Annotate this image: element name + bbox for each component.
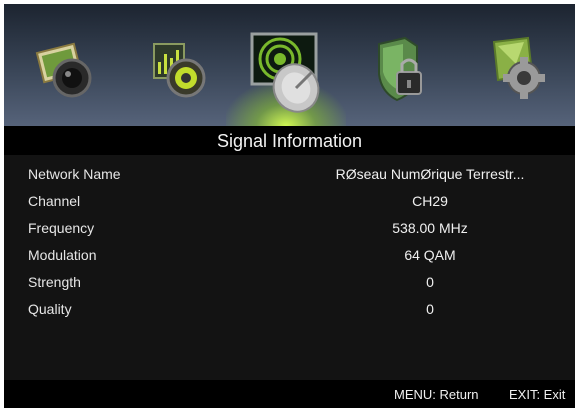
signal-info-panel: Network Name RØseau NumØrique Terrestr..… [4,155,575,380]
row-strength: Strength 0 [4,269,575,295]
menu-return-hint[interactable]: MENU: Return [394,382,479,408]
menu-item-lock[interactable] [359,4,459,126]
strength-value: 0 [426,274,434,290]
row-channel: Channel CH29 [4,188,575,214]
menu-item-setup[interactable] [472,4,572,126]
tv-screen: Signal Information Network Name RØseau N… [4,4,575,408]
settings-gear-icon [492,36,545,99]
quality-label: Quality [28,301,72,317]
row-network-name: Network Name RØseau NumØrique Terrestr..… [4,161,575,187]
channel-label: Channel [28,193,81,209]
row-modulation: Modulation 64 QAM [4,242,575,268]
frequency-value: 538.00 MHz [392,220,468,236]
frequency-label: Frequency [28,220,95,236]
network-name-label: Network Name [28,166,121,182]
picture-camera-icon [35,42,92,98]
satellite-dish-icon [250,32,320,113]
quality-value: 0 [426,301,434,317]
menu-item-channel[interactable] [240,4,340,126]
exit-hint[interactable]: EXIT: Exit [509,382,565,408]
menu-item-picture[interactable] [24,4,124,126]
modulation-value: 64 QAM [404,247,456,263]
main-menu-bar [4,4,575,126]
modulation-label: Modulation [28,247,97,263]
lock-shield-icon [378,36,422,102]
row-frequency: Frequency 538.00 MHz [4,215,575,241]
sound-speaker-icon [153,43,206,98]
page-title: Signal Information [216,131,363,151]
network-name-value: RØseau NumØrique Terrestr... [335,166,525,182]
channel-value: CH29 [412,193,448,209]
menu-item-sound[interactable] [134,4,234,126]
strength-label: Strength [28,274,81,290]
footer-hint-bar: MENU: Return EXIT: Exit [4,382,575,408]
row-quality: Quality 0 [4,296,575,322]
